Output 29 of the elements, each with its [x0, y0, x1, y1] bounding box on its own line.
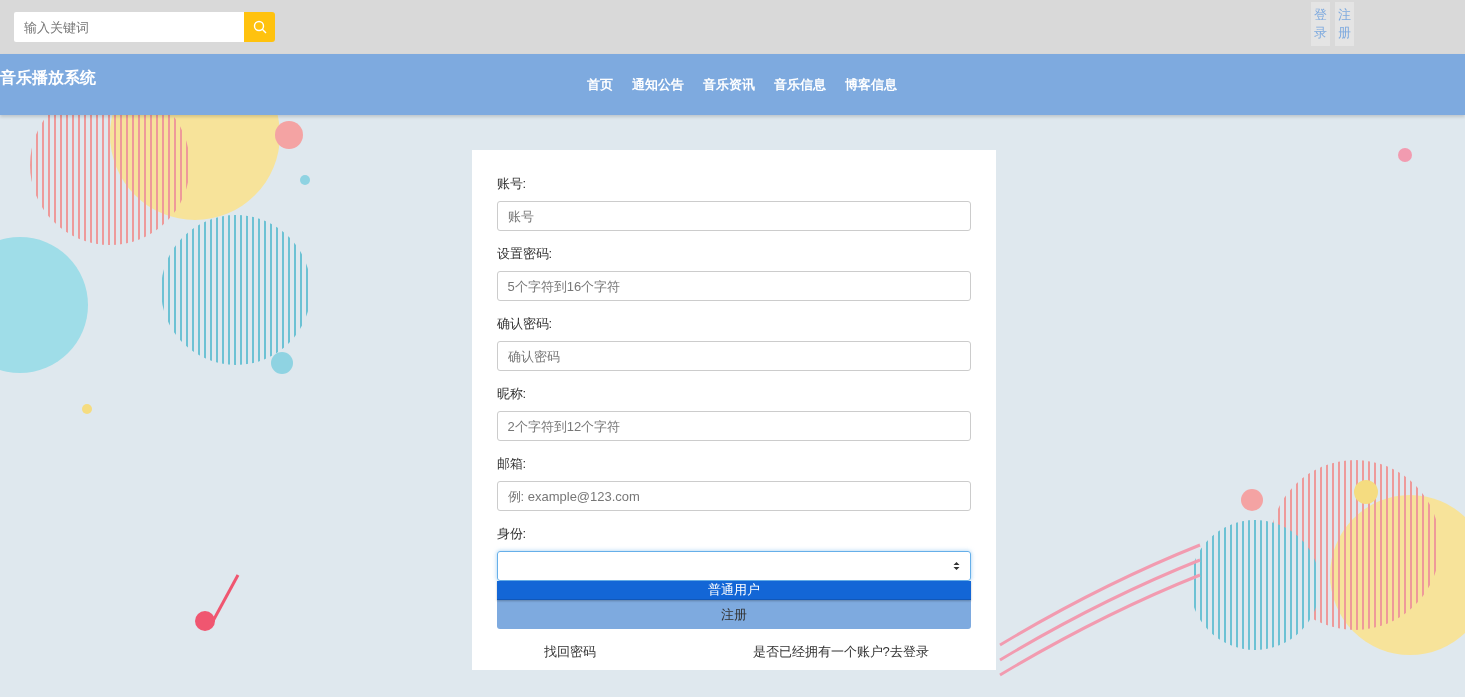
field-label: 账号: [496, 175, 528, 193]
auth-link[interactable]: 登录 [1311, 1, 1330, 47]
input-field[interactable]: 确认密码 [496, 341, 971, 371]
search-button[interactable] [244, 12, 275, 42]
nav-link[interactable]: 首页 [586, 75, 613, 94]
field-label: 身份: [496, 525, 528, 543]
music-note-icon [195, 574, 240, 631]
dropdown-option[interactable]: 普通用户 [496, 581, 971, 599]
field-label: 设置密码: [496, 245, 554, 263]
auth-link[interactable]: 注册 [1335, 1, 1354, 47]
input-field[interactable]: 例: example@123.com [496, 481, 971, 511]
updown-icon [952, 561, 960, 571]
form-link[interactable]: 是否已经拥有一个账户?去登录 [752, 643, 929, 661]
site-title: 音乐播放系统 [0, 68, 96, 88]
search-icon [252, 20, 267, 34]
field-label: 昵称: [496, 385, 528, 403]
dot-icon [1398, 148, 1412, 162]
nav-link[interactable]: 音乐信息 [773, 75, 826, 94]
nav-link[interactable]: 博客信息 [844, 75, 897, 94]
nav-link[interactable]: 通知公告 [631, 75, 684, 94]
field-label: 邮箱: [496, 455, 528, 473]
select-field[interactable] [496, 551, 971, 581]
nav-link[interactable]: 音乐资讯 [702, 75, 755, 94]
input-field[interactable]: 账号 [496, 201, 971, 231]
input-field[interactable]: 5个字符到16个字符 [496, 271, 971, 301]
field-label: 确认密码: [496, 315, 554, 333]
input-field[interactable]: 2个字符到12个字符 [496, 411, 971, 441]
form-link[interactable]: 找回密码 [543, 643, 596, 661]
search-field[interactable]: 输入关键词 [14, 12, 244, 42]
